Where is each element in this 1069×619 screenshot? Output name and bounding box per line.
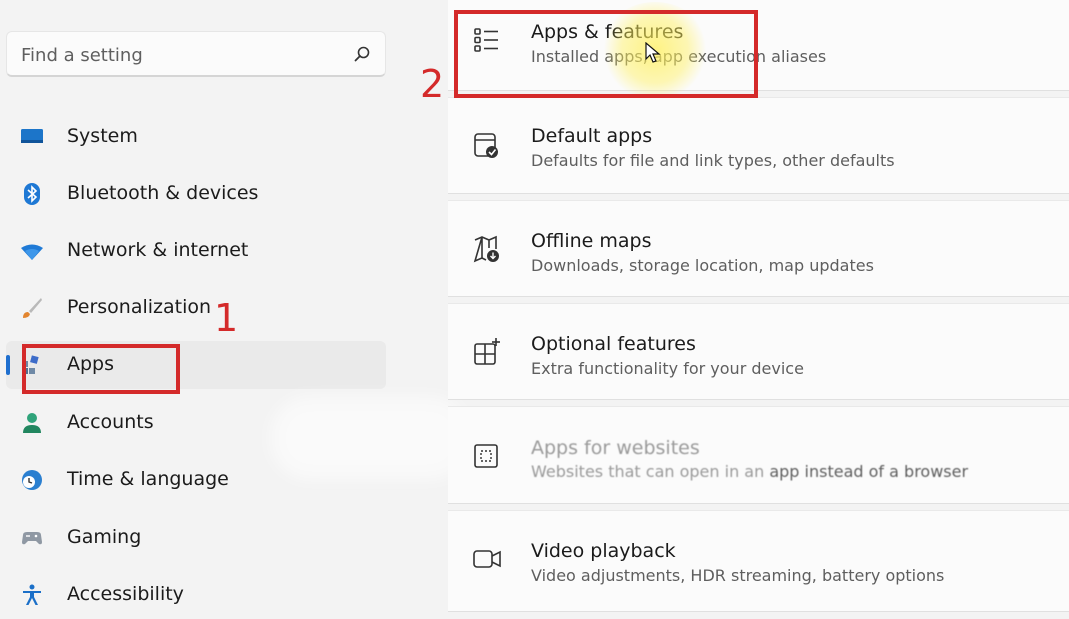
default-apps-icon — [474, 133, 498, 158]
card-video-playback[interactable]: Video playback Video adjustments, HDR st… — [448, 510, 1069, 612]
sidebar-item-label: Gaming — [67, 526, 142, 548]
monitor-icon — [21, 129, 43, 143]
sidebar-item-personalization[interactable]: Personalization — [6, 284, 386, 332]
brush-icon — [23, 298, 42, 318]
sidebar: System Bluetooth & devices Network & int… — [0, 0, 400, 610]
card-description-blurred: Websites that can open in an — [531, 462, 765, 481]
sidebar-item-accessibility[interactable]: Accessibility — [6, 571, 386, 619]
card-description-clear: app instead of a browser — [769, 462, 969, 481]
sidebar-item-label: Accessibility — [67, 583, 184, 605]
search-input[interactable] — [19, 41, 343, 69]
map-download-icon — [473, 235, 499, 263]
sidebar-item-label: System — [67, 125, 138, 147]
sidebar-item-label: Network & internet — [67, 239, 249, 261]
annotation-number-2: 2 — [420, 62, 445, 106]
sidebar-item-network[interactable]: Network & internet — [6, 227, 386, 275]
annotation-box-apps — [22, 344, 180, 394]
blur-overlay — [270, 396, 470, 480]
card-offline-maps[interactable]: Offline maps Downloads, storage location… — [448, 200, 1069, 297]
wifi-icon — [21, 244, 43, 260]
card-title: Offline maps — [531, 230, 652, 252]
card-apps-for-websites[interactable]: Apps for websites Websites that can open… — [448, 406, 1069, 504]
sidebar-item-bluetooth[interactable]: Bluetooth & devices — [6, 170, 386, 218]
sidebar-item-system[interactable]: System — [6, 113, 386, 161]
card-description: Video adjustments, HDR streaming, batter… — [531, 566, 945, 585]
card-description: Downloads, storage location, map updates — [531, 256, 874, 275]
card-description: Extra functionality for your device — [531, 359, 804, 378]
card-title: Apps for websites — [531, 437, 700, 459]
card-default-apps[interactable]: Default apps Defaults for file and link … — [448, 97, 1069, 194]
video-icon — [473, 550, 501, 568]
sidebar-item-label: Time & language — [67, 468, 229, 490]
card-description: Websites that can open in an app instead… — [531, 462, 968, 481]
accessibility-icon — [23, 584, 41, 605]
selection-indicator — [6, 355, 10, 375]
gamepad-icon — [22, 532, 42, 545]
card-title: Video playback — [531, 540, 676, 562]
card-title: Default apps — [531, 125, 653, 147]
bluetooth-icon — [24, 183, 40, 205]
sidebar-item-label: Bluetooth & devices — [67, 182, 259, 204]
annotation-box-apps-features — [454, 10, 758, 98]
card-description: Defaults for file and link types, other … — [531, 151, 895, 170]
search-box[interactable] — [6, 31, 386, 77]
card-optional-features[interactable]: Optional features Extra functionality fo… — [448, 303, 1069, 400]
search-icon[interactable] — [353, 45, 371, 63]
sidebar-item-label: Personalization — [67, 296, 212, 318]
web-app-icon — [474, 444, 498, 468]
globe-clock-icon — [22, 470, 42, 490]
add-grid-icon — [474, 338, 500, 365]
sidebar-item-label: Accounts — [67, 411, 154, 433]
person-icon — [23, 413, 41, 433]
card-title: Optional features — [531, 333, 696, 355]
annotation-number-1: 1 — [214, 296, 239, 340]
sidebar-item-gaming[interactable]: Gaming — [6, 514, 386, 562]
